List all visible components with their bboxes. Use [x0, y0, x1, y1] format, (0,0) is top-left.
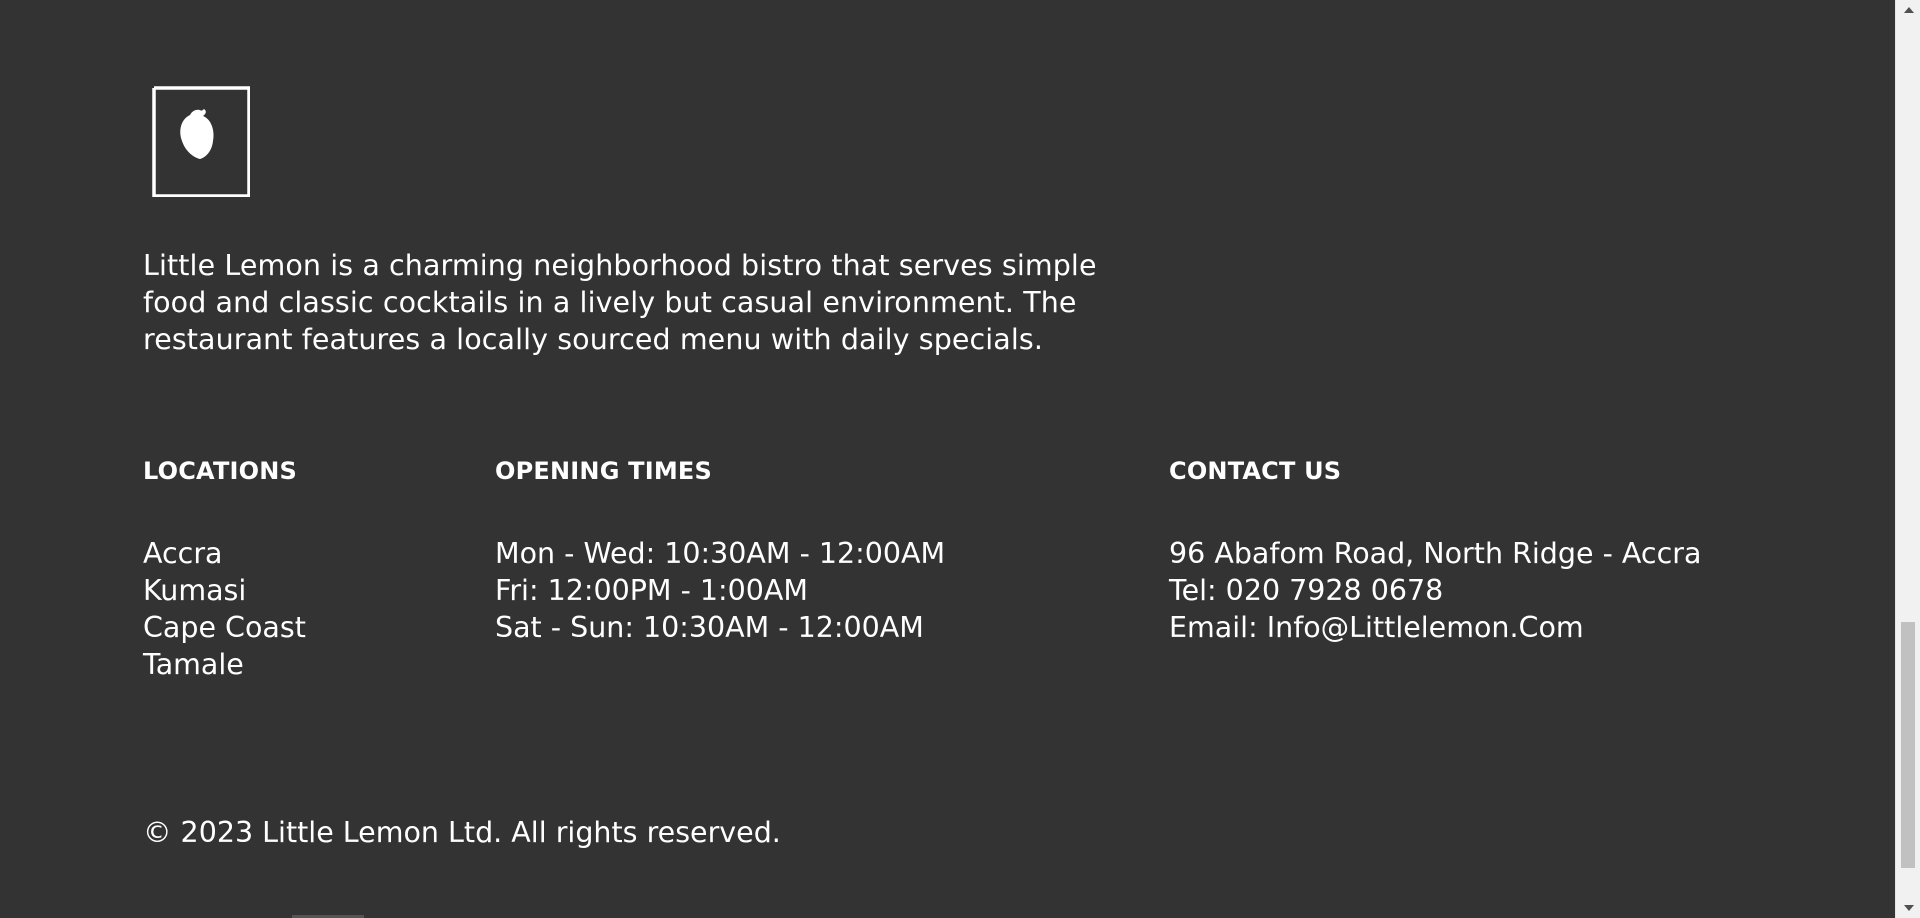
scroll-down-arrow-icon[interactable]: [1896, 898, 1920, 918]
locations-section: LOCATIONS Accra Kumasi Cape Coast Tamale: [143, 455, 306, 683]
opening-times-friday: Fri: 12:00PM - 1:00AM: [495, 574, 809, 607]
contact-phone[interactable]: Tel: 020 7928 0678: [1169, 572, 1701, 609]
site-footer: Little Lemon is a charming neighborhood …: [0, 0, 1895, 918]
opening-times-weekend: Sat - Sun: 10:30AM - 12:00AM: [495, 611, 924, 644]
locations-heading: LOCATIONS: [143, 457, 298, 485]
contact-address: 96 Abafom Road, North Ridge - Accra: [1169, 537, 1702, 570]
contact-section: CONTACT US 96 Abafom Road, North Ridge -…: [1169, 455, 1701, 646]
vertical-scrollbar[interactable]: [1895, 0, 1920, 918]
opening-times-heading: OPENING TIMES: [495, 457, 713, 485]
scrollbar-thumb[interactable]: [1901, 622, 1915, 868]
scroll-up-arrow-icon[interactable]: [1896, 0, 1920, 20]
locations-list: Accra Kumasi Cape Coast Tamale: [143, 535, 306, 683]
opening-times-section: OPENING TIMES Mon - Wed: 10:30AM - 12:00…: [495, 455, 945, 646]
lemon-logo-icon[interactable]: [152, 85, 251, 198]
location-item-kumasi: Kumasi: [143, 574, 247, 607]
copyright-text: © 2023 Little Lemon Ltd. All rights rese…: [143, 815, 781, 849]
location-item-tamale: Tamale: [143, 648, 244, 681]
contact-email[interactable]: Email: Info@Littlelemon.Com: [1169, 609, 1701, 646]
opening-times-weekday: Mon - Wed: 10:30AM - 12:00AM: [495, 537, 946, 570]
opening-times-list: Mon - Wed: 10:30AM - 12:00AM Fri: 12:00P…: [495, 535, 945, 646]
location-item-cape-coast: Cape Coast: [143, 611, 306, 644]
contact-heading: CONTACT US: [1169, 457, 1342, 485]
location-item-accra: Accra: [143, 537, 223, 570]
about-description: Little Lemon is a charming neighborhood …: [143, 248, 1097, 356]
contact-list: 96 Abafom Road, North Ridge - Accra Tel:…: [1169, 535, 1701, 646]
